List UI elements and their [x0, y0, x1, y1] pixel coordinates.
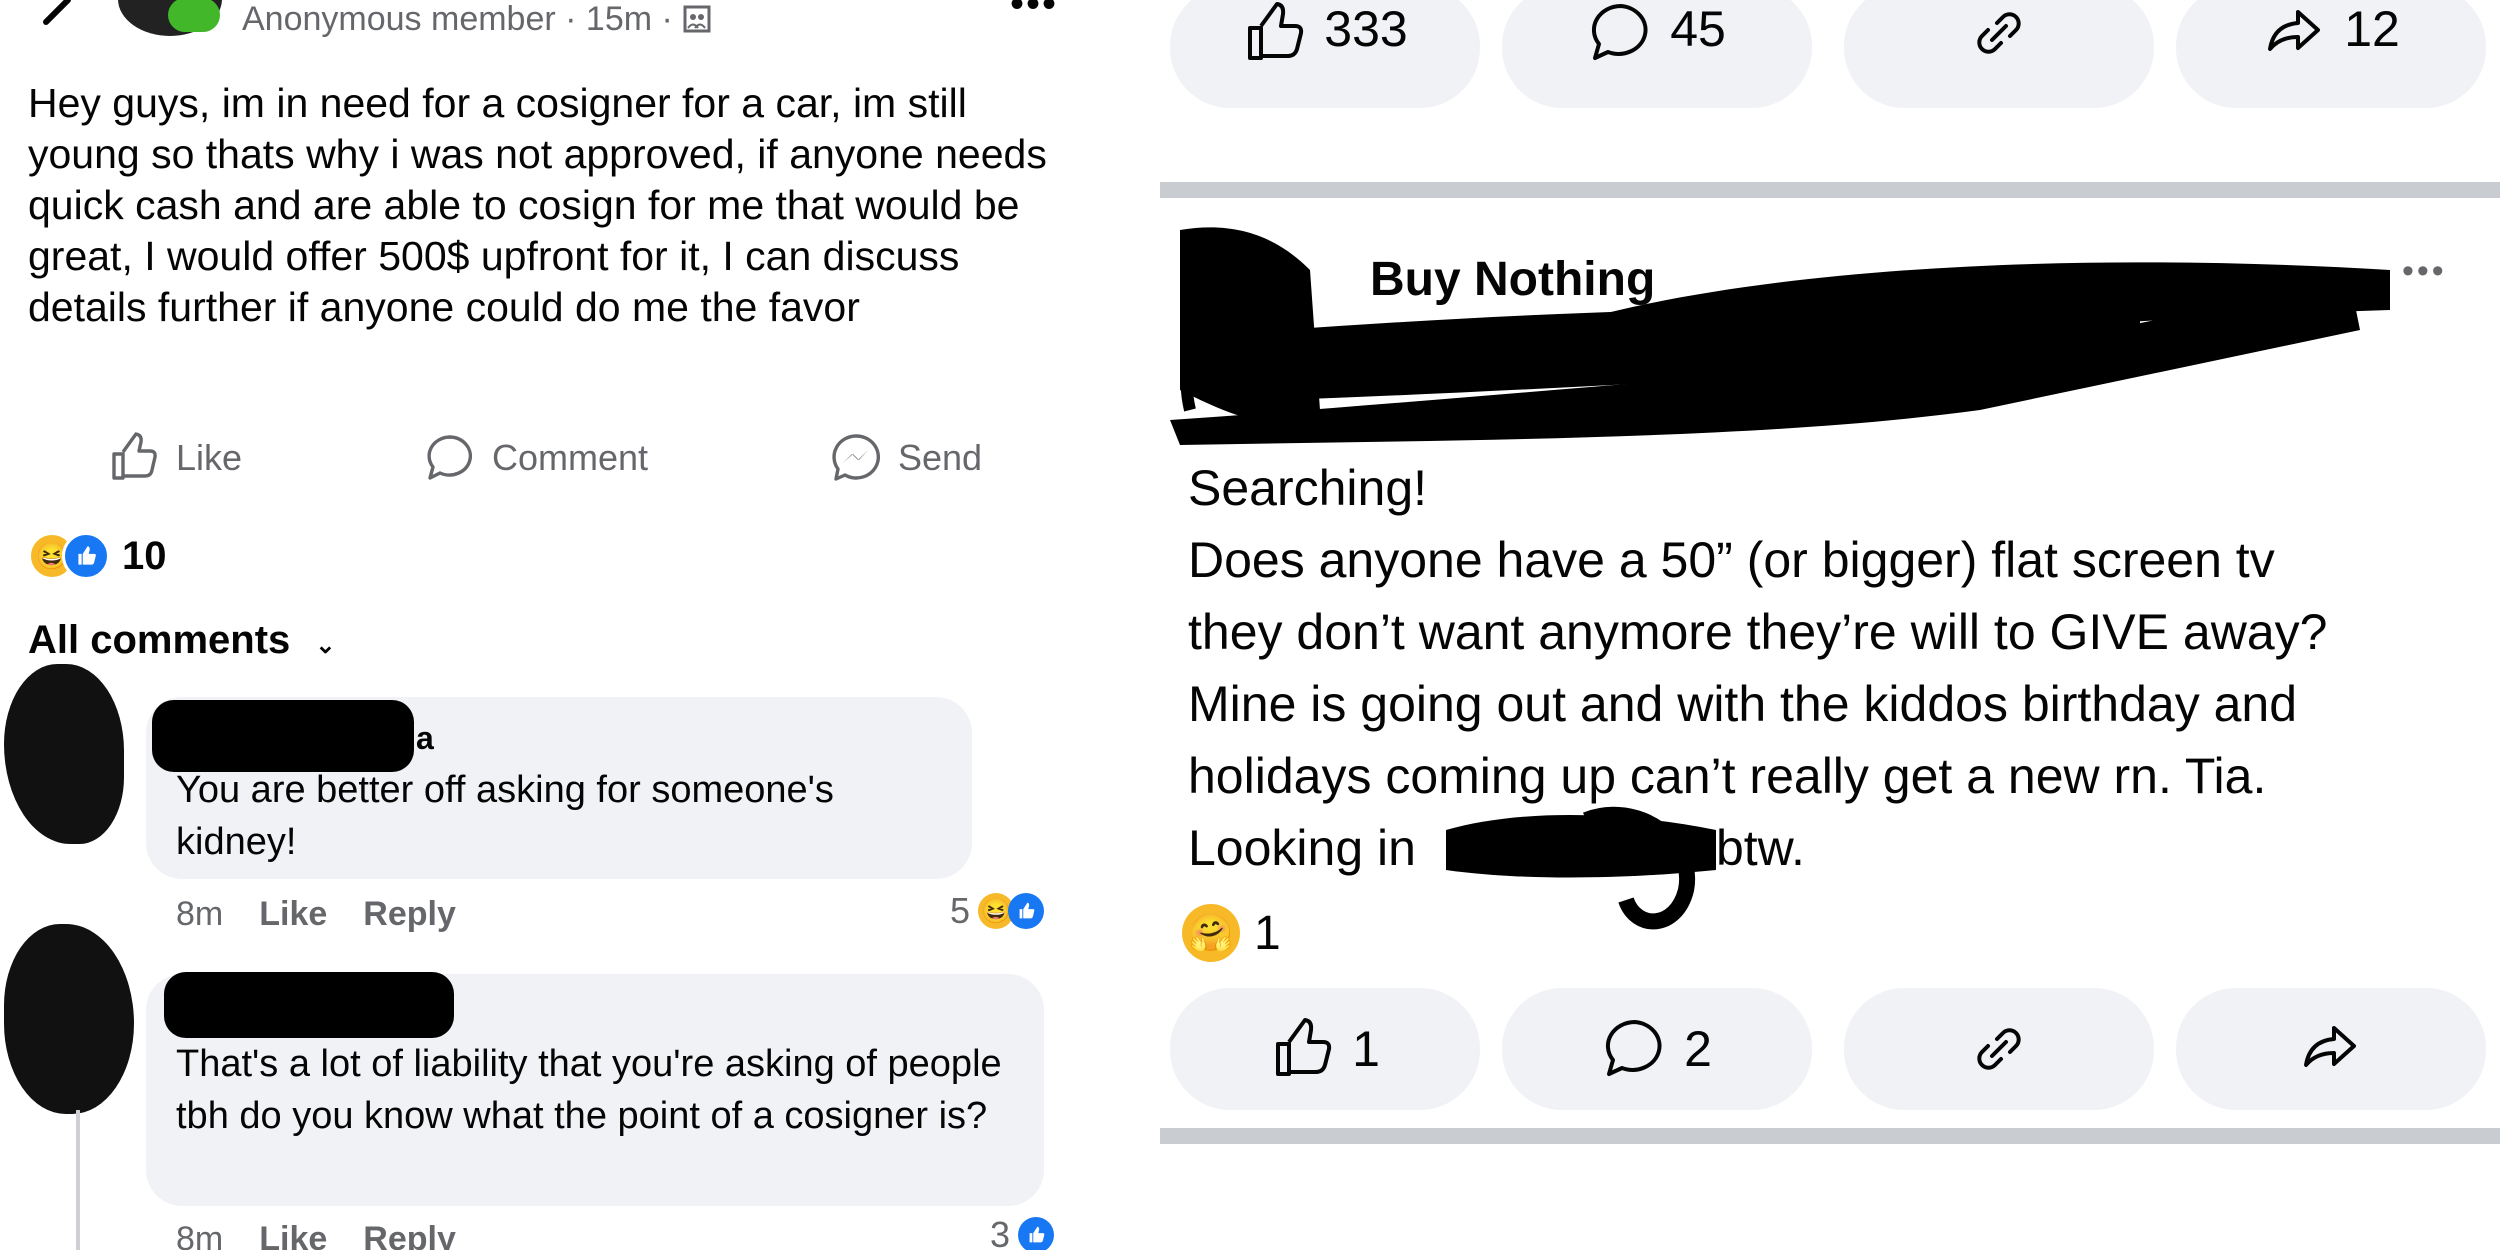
like-thumb-icon	[112, 432, 157, 480]
reaction-count: 10	[122, 533, 167, 578]
reaction-count: 1	[1254, 906, 1281, 960]
redaction-mark	[164, 972, 454, 1038]
post-divider	[1160, 182, 2500, 198]
comments-filter[interactable]: All comments ⌄	[28, 618, 336, 663]
post-reactions[interactable]: 🤗 1	[1182, 904, 1281, 962]
copy-link-button[interactable]	[1844, 0, 2154, 108]
commenter-name[interactable]: a	[416, 720, 434, 757]
comment-bubble-icon	[427, 435, 473, 480]
comment-count-button[interactable]: 45	[1502, 0, 1812, 108]
left-post-screenshot: Anonymous member · 15m · ••• Hey guys, i…	[0, 0, 1100, 1250]
share-count-button[interactable]: 12	[2176, 0, 2486, 108]
author-name[interactable]: Anonymous member	[242, 0, 556, 38]
chevron-down-icon: ⌄	[315, 632, 336, 659]
like-count-button[interactable]: 333	[1170, 0, 1480, 108]
like-count-button[interactable]: 1	[1170, 988, 1480, 1110]
back-chevron-icon[interactable]	[20, 0, 80, 30]
group-badge-icon	[683, 5, 711, 33]
post-body: Hey guys, im in need for a cosigner for …	[28, 80, 1047, 330]
post-body: Searching! Does anyone have a 50” (or bi…	[1188, 460, 2328, 876]
post-reactions[interactable]: 😆 10	[28, 532, 167, 580]
share-arrow-icon	[2268, 10, 2321, 51]
send-button[interactable]: Send	[830, 432, 982, 484]
comment-bubble-icon	[1592, 3, 1648, 60]
like-emoji-icon	[62, 532, 110, 580]
redaction-scribble	[1446, 806, 1716, 930]
comment-count-button[interactable]: 2	[1502, 988, 1812, 1110]
comment-meta: 8m Like Reply	[176, 1220, 456, 1250]
share-arrow-icon	[2304, 1026, 2356, 1067]
avatar[interactable]	[4, 664, 124, 844]
post-time[interactable]: 15m	[586, 0, 652, 38]
more-icon[interactable]: •••	[2402, 252, 2447, 291]
comment-reactions[interactable]: 5 😆	[950, 890, 1045, 932]
comment-like-link[interactable]: Like	[259, 1220, 327, 1250]
like-thumb-icon	[1276, 1018, 1332, 1076]
comment-reply-link[interactable]: Reply	[363, 1220, 456, 1250]
like-thumb-icon	[1248, 2, 1304, 60]
comment-bubble-icon	[1606, 1019, 1662, 1076]
care-emoji-icon: 🤗	[1182, 904, 1240, 962]
more-icon[interactable]: •••	[1010, 0, 1058, 27]
link-icon	[1977, 1028, 2021, 1070]
comment-text: You are better off asking for someone's …	[176, 769, 834, 863]
post-divider	[1160, 1128, 2500, 1144]
copy-link-button[interactable]	[1844, 988, 2154, 1110]
like-emoji-icon	[1008, 893, 1045, 929]
comment-reactions[interactable]: 3	[990, 1214, 1055, 1250]
avatar-group-icon[interactable]	[118, 0, 222, 36]
comment-text: That's a lot of liability that you're as…	[176, 1043, 1002, 1137]
avatar[interactable]	[4, 924, 134, 1114]
redaction-mark	[152, 700, 414, 772]
comment-meta: 8m Like Reply	[176, 895, 456, 933]
like-emoji-icon	[1018, 1217, 1055, 1250]
thread-line	[76, 1110, 80, 1250]
redaction-scribble	[1170, 227, 2390, 445]
right-post-screenshot: 333 45 12 Buy Nothing ••• Searching! Doe…	[1160, 0, 2500, 1250]
messenger-send-icon	[832, 434, 881, 481]
like-button[interactable]: Like	[108, 432, 242, 484]
comment-reply-link[interactable]: Reply	[363, 895, 456, 933]
post-meta: Anonymous member · 15m ·	[242, 0, 712, 39]
comment-like-link[interactable]: Like	[259, 895, 327, 933]
comment-button[interactable]: Comment	[424, 432, 648, 484]
link-icon	[1977, 12, 2021, 54]
share-button[interactable]	[2176, 988, 2486, 1110]
previous-post-actions: 333 45 12	[1160, 0, 2500, 108]
